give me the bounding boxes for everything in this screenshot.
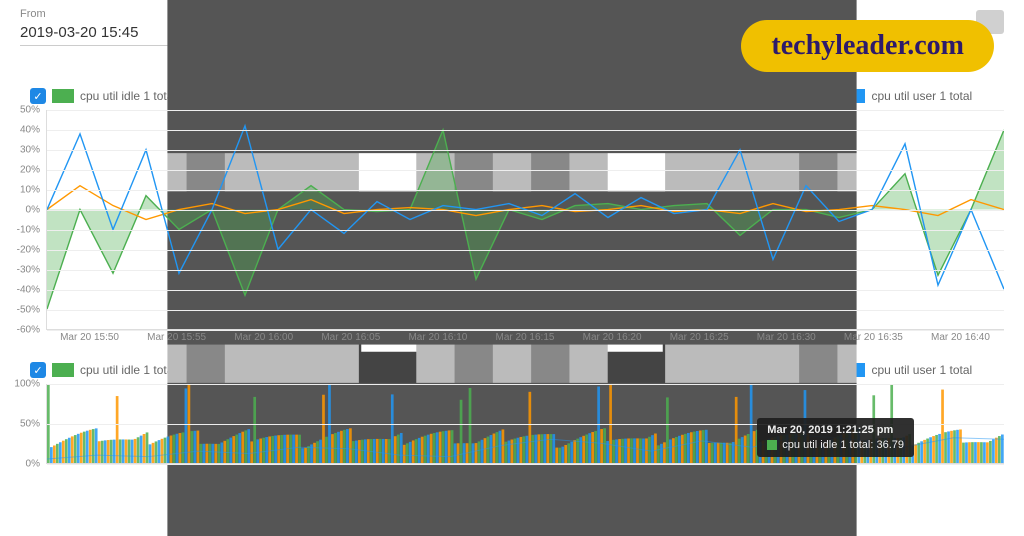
tooltip-swatch — [767, 440, 777, 450]
y-axis: 100%50%0% — [8, 384, 44, 464]
tooltip-text: cpu util idle 1 total: 36.79 — [782, 439, 904, 451]
y-axis: 50%40%30%20%10%0%-10%-20%-30%-40%-50%-60… — [8, 110, 44, 330]
main-chart[interactable]: 50%40%30%20%10%0%-10%-20%-30%-40%-50%-60… — [8, 110, 1004, 350]
overview-chart[interactable]: 100%50%0% Mar 20, 2019 1:21:25 pm cpu ut… — [8, 384, 1004, 484]
plot-area[interactable]: Mar 20, 2019 1:21:25 pm cpu util idle 1 … — [46, 384, 1004, 464]
chart-tooltip: Mar 20, 2019 1:21:25 pm cpu util idle 1 … — [757, 418, 914, 457]
x-axis: Mar 20 15:50Mar 20 15:55Mar 20 16:00Mar … — [46, 332, 1004, 350]
tooltip-time: Mar 20, 2019 1:21:25 pm — [767, 424, 904, 436]
tooltip-row: cpu util idle 1 total: 36.79 — [767, 439, 904, 451]
plot-area[interactable] — [46, 110, 1004, 330]
watermark: techyleader.com — [741, 20, 994, 72]
